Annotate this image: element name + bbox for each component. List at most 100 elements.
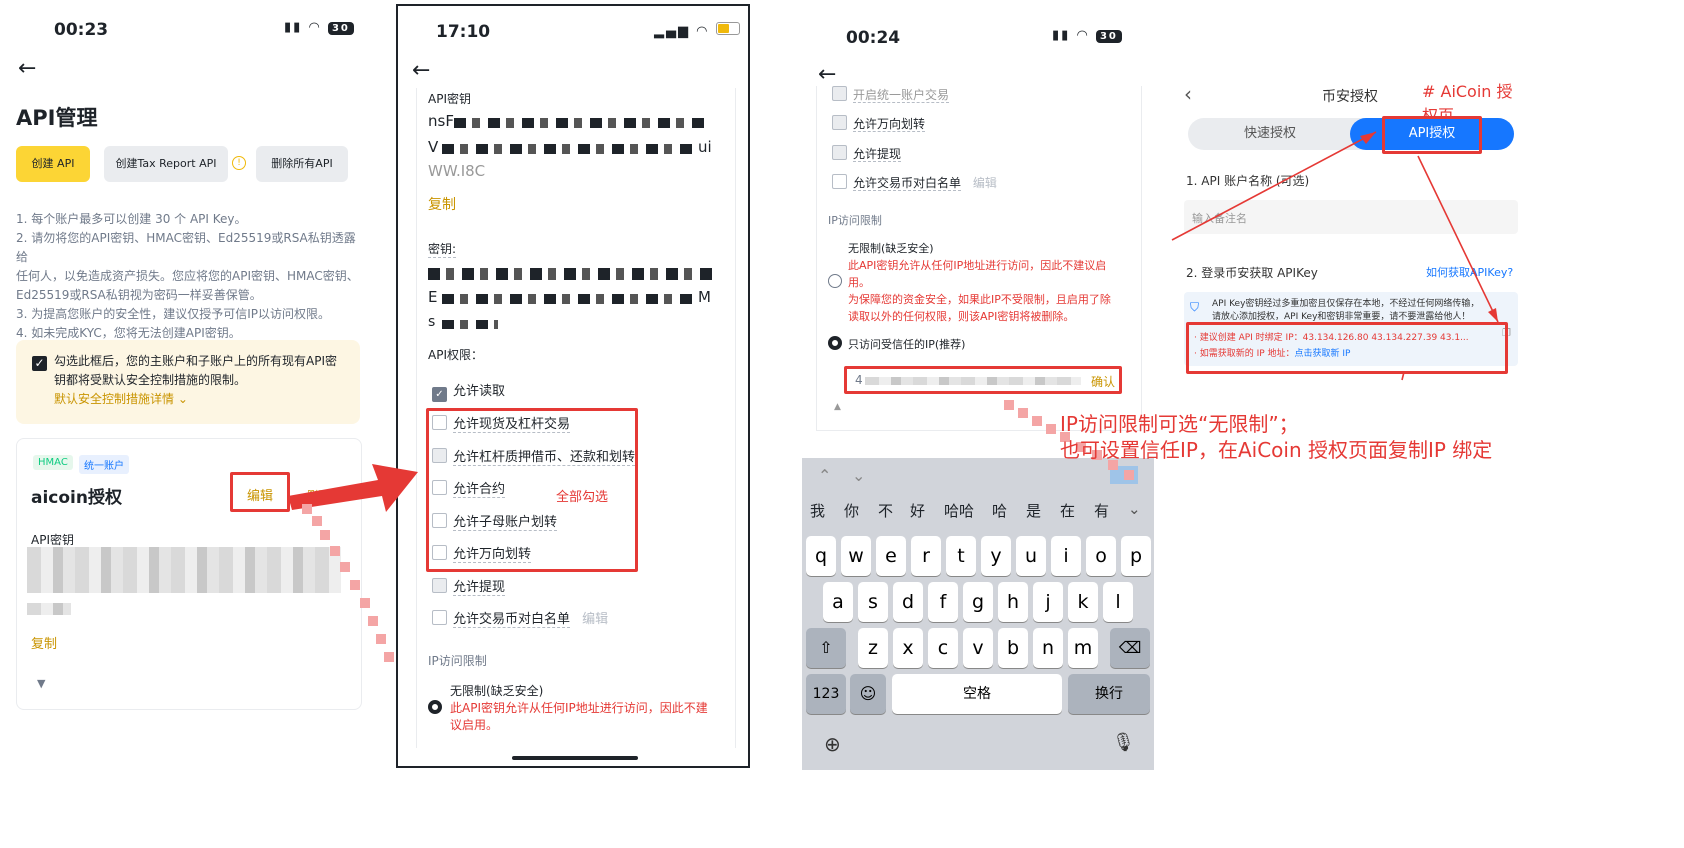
candidate-item[interactable]: 好 — [910, 500, 925, 521]
next-field-icon[interactable]: ⌄ — [852, 466, 865, 485]
key-u[interactable]: u — [1016, 536, 1046, 576]
checkbox-checked-icon[interactable]: ✓ — [432, 387, 447, 402]
key-v[interactable]: v — [963, 628, 993, 668]
annotation-lines — [1171, 131, 1499, 381]
checkbox[interactable] — [432, 578, 447, 593]
candidate-item[interactable]: 是 — [1026, 500, 1041, 521]
status-time: 17:10 — [436, 22, 491, 42]
perm-universal-transfer[interactable]: 允许万向划转 — [832, 115, 926, 132]
candidate-item[interactable]: 在 — [1060, 500, 1075, 521]
unrestricted-option[interactable]: 无限制(缺乏安全) 此API密钥允许从任何IP地址进行访问，因此不建 议启用。 — [428, 682, 708, 733]
warning-text: 此API密钥允许从任何IP地址进行访问，因此不建议启 — [848, 259, 1107, 272]
unrestricted-label: 无限制(缺乏安全) — [848, 242, 934, 255]
note-item: 1. 每个账户最多可以创建 30 个 API Key。 — [16, 212, 247, 226]
key-p[interactable]: p — [1121, 536, 1151, 576]
ip-input-field[interactable]: 4 确认 — [844, 366, 1122, 394]
status-time: 00:24 — [846, 28, 901, 48]
key-d[interactable]: d — [893, 582, 923, 622]
consent-details-link[interactable]: 默认安全控制措施详情 ⌄ — [54, 390, 337, 409]
checkbox[interactable] — [832, 115, 847, 130]
key-k[interactable]: k — [1068, 582, 1098, 622]
perm-withdraw[interactable]: 允许提现 — [832, 145, 902, 162]
key-l[interactable]: l — [1103, 582, 1133, 622]
tag-hmac: HMAC — [33, 455, 73, 470]
perm-unified-trading[interactable]: 开启统一账户交易 — [832, 86, 950, 103]
globe-icon[interactable]: ⊕ — [824, 732, 841, 756]
prev-field-icon[interactable]: ⌃ — [818, 466, 831, 485]
notes-list: 1. 每个账户最多可以创建 30 个 API Key。 2. 请勿将您的API密… — [16, 210, 366, 343]
info-icon[interactable]: ! — [232, 156, 246, 170]
key-x[interactable]: x — [893, 628, 923, 668]
microphone-icon[interactable]: 🎙 — [1112, 732, 1135, 753]
perm-read[interactable]: ✓ 允许读取 — [432, 380, 505, 402]
backspace-key-icon[interactable]: ⌫ — [1110, 628, 1150, 668]
candidate-item[interactable]: 有 — [1094, 500, 1109, 521]
key-o[interactable]: o — [1086, 536, 1116, 576]
unrestricted-option[interactable]: 无限制(缺乏安全) 此API密钥允许从任何IP地址进行访问，因此不建议启 用。 … — [828, 240, 1128, 325]
expand-arrow-icon[interactable]: ▼ — [37, 677, 45, 690]
battery-icon — [715, 22, 740, 35]
consent-text: 勾选此框后，您的主账户和子账户上的所有现有API密 钥都将受默认安全控制措施的限… — [54, 352, 337, 409]
perm-whitelist[interactable]: 允许交易币对白名单 编辑 — [432, 608, 608, 628]
emoji-key-icon[interactable]: ☺ — [850, 674, 886, 714]
whitelist-edit-link[interactable]: 编辑 — [582, 612, 608, 627]
expand-candidates-icon[interactable]: ⌄ — [1128, 500, 1141, 518]
signal-icon: ▮▮ — [1052, 28, 1071, 43]
back-arrow-icon[interactable]: ← — [412, 58, 430, 83]
candidate-item[interactable]: 你 — [844, 500, 859, 521]
key-g[interactable]: g — [963, 582, 993, 622]
confirm-button[interactable]: 确认 — [1091, 373, 1115, 390]
key-y[interactable]: y — [981, 536, 1011, 576]
trusted-ip-label: 只访问受信任的IP(推荐) — [848, 338, 966, 351]
key-r[interactable]: r — [911, 536, 941, 576]
radio-unselected-icon[interactable] — [828, 274, 842, 288]
whitelist-edit-link[interactable]: 编辑 — [973, 176, 997, 190]
perm-whitelist[interactable]: 允许交易币对白名单 编辑 — [832, 174, 997, 191]
key-n[interactable]: n — [1033, 628, 1063, 668]
checkbox[interactable] — [832, 174, 847, 189]
trusted-ip-option[interactable]: 只访问受信任的IP(推荐) — [828, 336, 965, 352]
candidate-item[interactable]: 哈哈 — [944, 500, 974, 521]
annotation-ip-line1: IP访问限制可选“无限制”； — [1060, 412, 1299, 436]
key-q[interactable]: q — [806, 536, 836, 576]
delete-all-api-button[interactable]: 删除所有API — [256, 146, 348, 182]
key-f[interactable]: f — [928, 582, 958, 622]
perm-withdraw[interactable]: 允许提现 — [432, 576, 506, 596]
key-b[interactable]: b — [998, 628, 1028, 668]
key-m[interactable]: m — [1068, 628, 1098, 668]
shift-key-icon[interactable]: ⇧ — [806, 628, 846, 668]
key-z[interactable]: z — [858, 628, 888, 668]
tag-unified-account: 统一账户 — [79, 455, 129, 474]
perm-label: 允许交易币对白名单 — [453, 612, 571, 628]
consent-checkbox[interactable]: ✓ — [32, 356, 47, 371]
key-w[interactable]: w — [841, 536, 871, 576]
numbers-key[interactable]: 123 — [806, 674, 846, 714]
checkbox[interactable] — [832, 145, 847, 160]
return-key[interactable]: 换行 — [1068, 674, 1150, 714]
space-key[interactable]: 空格 — [892, 674, 1062, 714]
checkbox[interactable] — [832, 86, 847, 101]
key-j[interactable]: j — [1033, 582, 1063, 622]
create-api-button[interactable]: 创建 API — [16, 146, 90, 182]
checkbox[interactable] — [432, 610, 447, 625]
api-key-name: aicoin授权 — [31, 488, 122, 508]
key-s[interactable]: s — [858, 582, 888, 622]
collapse-arrow-icon[interactable]: ▲ — [834, 402, 841, 412]
perm-label: 允许提现 — [453, 580, 506, 596]
candidate-item[interactable]: 哈 — [992, 500, 1007, 521]
key-e[interactable]: e — [876, 536, 906, 576]
radio-selected-icon[interactable] — [428, 700, 442, 714]
key-i[interactable]: i — [1051, 536, 1081, 576]
candidate-item[interactable]: 不 — [878, 500, 893, 521]
key-c[interactable]: c — [928, 628, 958, 668]
copy-button[interactable]: 复制 — [31, 633, 57, 652]
key-a[interactable]: a — [823, 582, 853, 622]
radio-selected-icon[interactable] — [828, 336, 842, 350]
key-h[interactable]: h — [998, 582, 1028, 622]
key-t[interactable]: t — [946, 536, 976, 576]
copy-api-key-button[interactable]: 复制 — [428, 194, 456, 214]
back-arrow-icon[interactable]: ← — [18, 56, 36, 81]
back-arrow-icon[interactable]: ← — [818, 62, 836, 87]
create-tax-api-button[interactable]: 创建Tax Report API — [104, 146, 228, 182]
candidate-item[interactable]: 我 — [810, 500, 825, 521]
